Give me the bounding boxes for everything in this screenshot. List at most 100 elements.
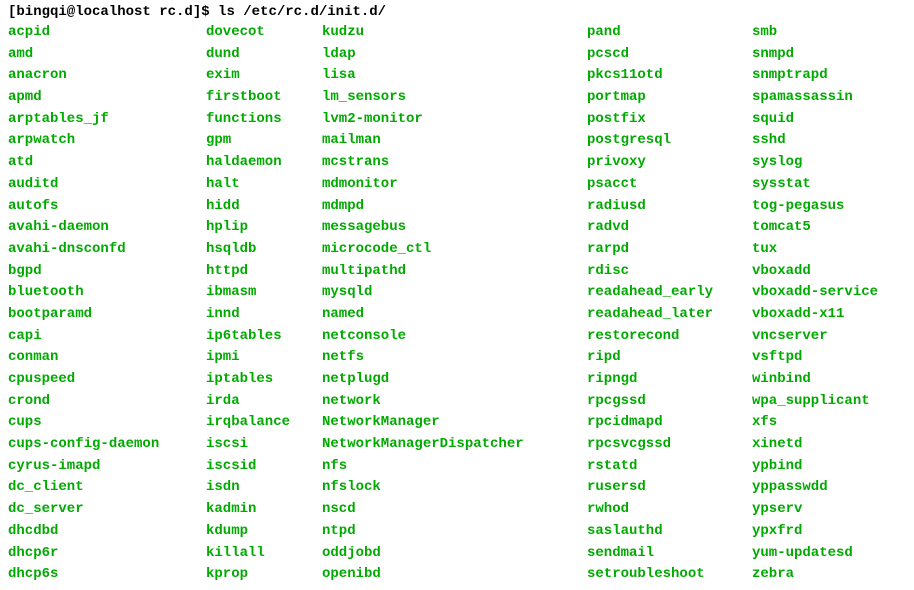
file-entry: cpuspeed [8,369,206,391]
file-entry: openibd [322,564,587,586]
file-entry: hplip [206,217,322,239]
ls-column-1: dovecotdundeximfirstbootfunctionsgpmhald… [206,22,322,586]
file-entry: spamassassin [752,87,878,109]
file-entry: nfs [322,456,587,478]
file-entry: kudzu [322,22,587,44]
file-entry: dhcp6r [8,543,206,565]
file-entry: rarpd [587,239,752,261]
file-entry: vsftpd [752,347,878,369]
file-entry: rdisc [587,261,752,283]
file-entry: hidd [206,196,322,218]
file-entry: messagebus [322,217,587,239]
file-entry: isdn [206,477,322,499]
file-entry: bluetooth [8,282,206,304]
file-entry: kdump [206,521,322,543]
file-entry: firstboot [206,87,322,109]
file-entry: ripd [587,347,752,369]
file-entry: cyrus-imapd [8,456,206,478]
file-entry: netplugd [322,369,587,391]
file-entry: crond [8,391,206,413]
file-entry: readahead_later [587,304,752,326]
file-entry: mailman [322,130,587,152]
file-entry: xfs [752,412,878,434]
file-entry: winbind [752,369,878,391]
file-entry: amd [8,44,206,66]
file-entry: psacct [587,174,752,196]
file-entry: anacron [8,65,206,87]
file-entry: setroubleshoot [587,564,752,586]
file-entry: pand [587,22,752,44]
file-entry: rstatd [587,456,752,478]
file-entry: sysstat [752,174,878,196]
file-entry: ripngd [587,369,752,391]
ls-output: acpidamdanacronapmdarptables_jfarpwatcha… [8,22,906,586]
file-entry: dovecot [206,22,322,44]
file-entry: dund [206,44,322,66]
file-entry: gpm [206,130,322,152]
file-entry: mysqld [322,282,587,304]
file-entry: ipmi [206,347,322,369]
file-entry: snmpd [752,44,878,66]
file-entry: sshd [752,130,878,152]
file-entry: ntpd [322,521,587,543]
file-entry: httpd [206,261,322,283]
file-entry: arpwatch [8,130,206,152]
file-entry: conman [8,347,206,369]
file-entry: radiusd [587,196,752,218]
file-entry: halt [206,174,322,196]
file-entry: autofs [8,196,206,218]
file-entry: kprop [206,564,322,586]
file-entry: portmap [587,87,752,109]
file-entry: pkcs11otd [587,65,752,87]
file-entry: functions [206,109,322,131]
file-entry: postfix [587,109,752,131]
file-entry: acpid [8,22,206,44]
file-entry: NetworkManager [322,412,587,434]
file-entry: squid [752,109,878,131]
file-entry: lm_sensors [322,87,587,109]
file-entry: lvm2-monitor [322,109,587,131]
file-entry: yppasswdd [752,477,878,499]
file-entry: ldap [322,44,587,66]
file-entry: dc_server [8,499,206,521]
file-entry: avahi-dnsconfd [8,239,206,261]
file-entry: mcstrans [322,152,587,174]
file-entry: oddjobd [322,543,587,565]
file-entry: NetworkManagerDispatcher [322,434,587,456]
file-entry: apmd [8,87,206,109]
file-entry: dhcp6s [8,564,206,586]
terminal-prompt-line: [bingqi@localhost rc.d]$ ls /etc/rc.d/in… [8,4,906,20]
file-entry: network [322,391,587,413]
file-entry: bgpd [8,261,206,283]
file-entry: auditd [8,174,206,196]
file-entry: lisa [322,65,587,87]
file-entry: netconsole [322,326,587,348]
file-entry: tux [752,239,878,261]
file-entry: haldaemon [206,152,322,174]
file-entry: bootparamd [8,304,206,326]
file-entry: cups [8,412,206,434]
file-entry: pcscd [587,44,752,66]
file-entry: snmptrapd [752,65,878,87]
file-entry: privoxy [587,152,752,174]
file-entry: vboxadd-service [752,282,878,304]
file-entry: multipathd [322,261,587,283]
file-entry: capi [8,326,206,348]
file-entry: irqbalance [206,412,322,434]
file-entry: iptables [206,369,322,391]
file-entry: cups-config-daemon [8,434,206,456]
file-entry: xinetd [752,434,878,456]
file-entry: rpcidmapd [587,412,752,434]
file-entry: vboxadd-x11 [752,304,878,326]
file-entry: tomcat5 [752,217,878,239]
file-entry: ypbind [752,456,878,478]
file-entry: rusersd [587,477,752,499]
file-entry: kadmin [206,499,322,521]
file-entry: syslog [752,152,878,174]
file-entry: arptables_jf [8,109,206,131]
file-entry: atd [8,152,206,174]
shell-command: ls /etc/rc.d/init.d/ [218,4,386,20]
file-entry: dc_client [8,477,206,499]
file-entry: smb [752,22,878,44]
file-entry: wpa_supplicant [752,391,878,413]
